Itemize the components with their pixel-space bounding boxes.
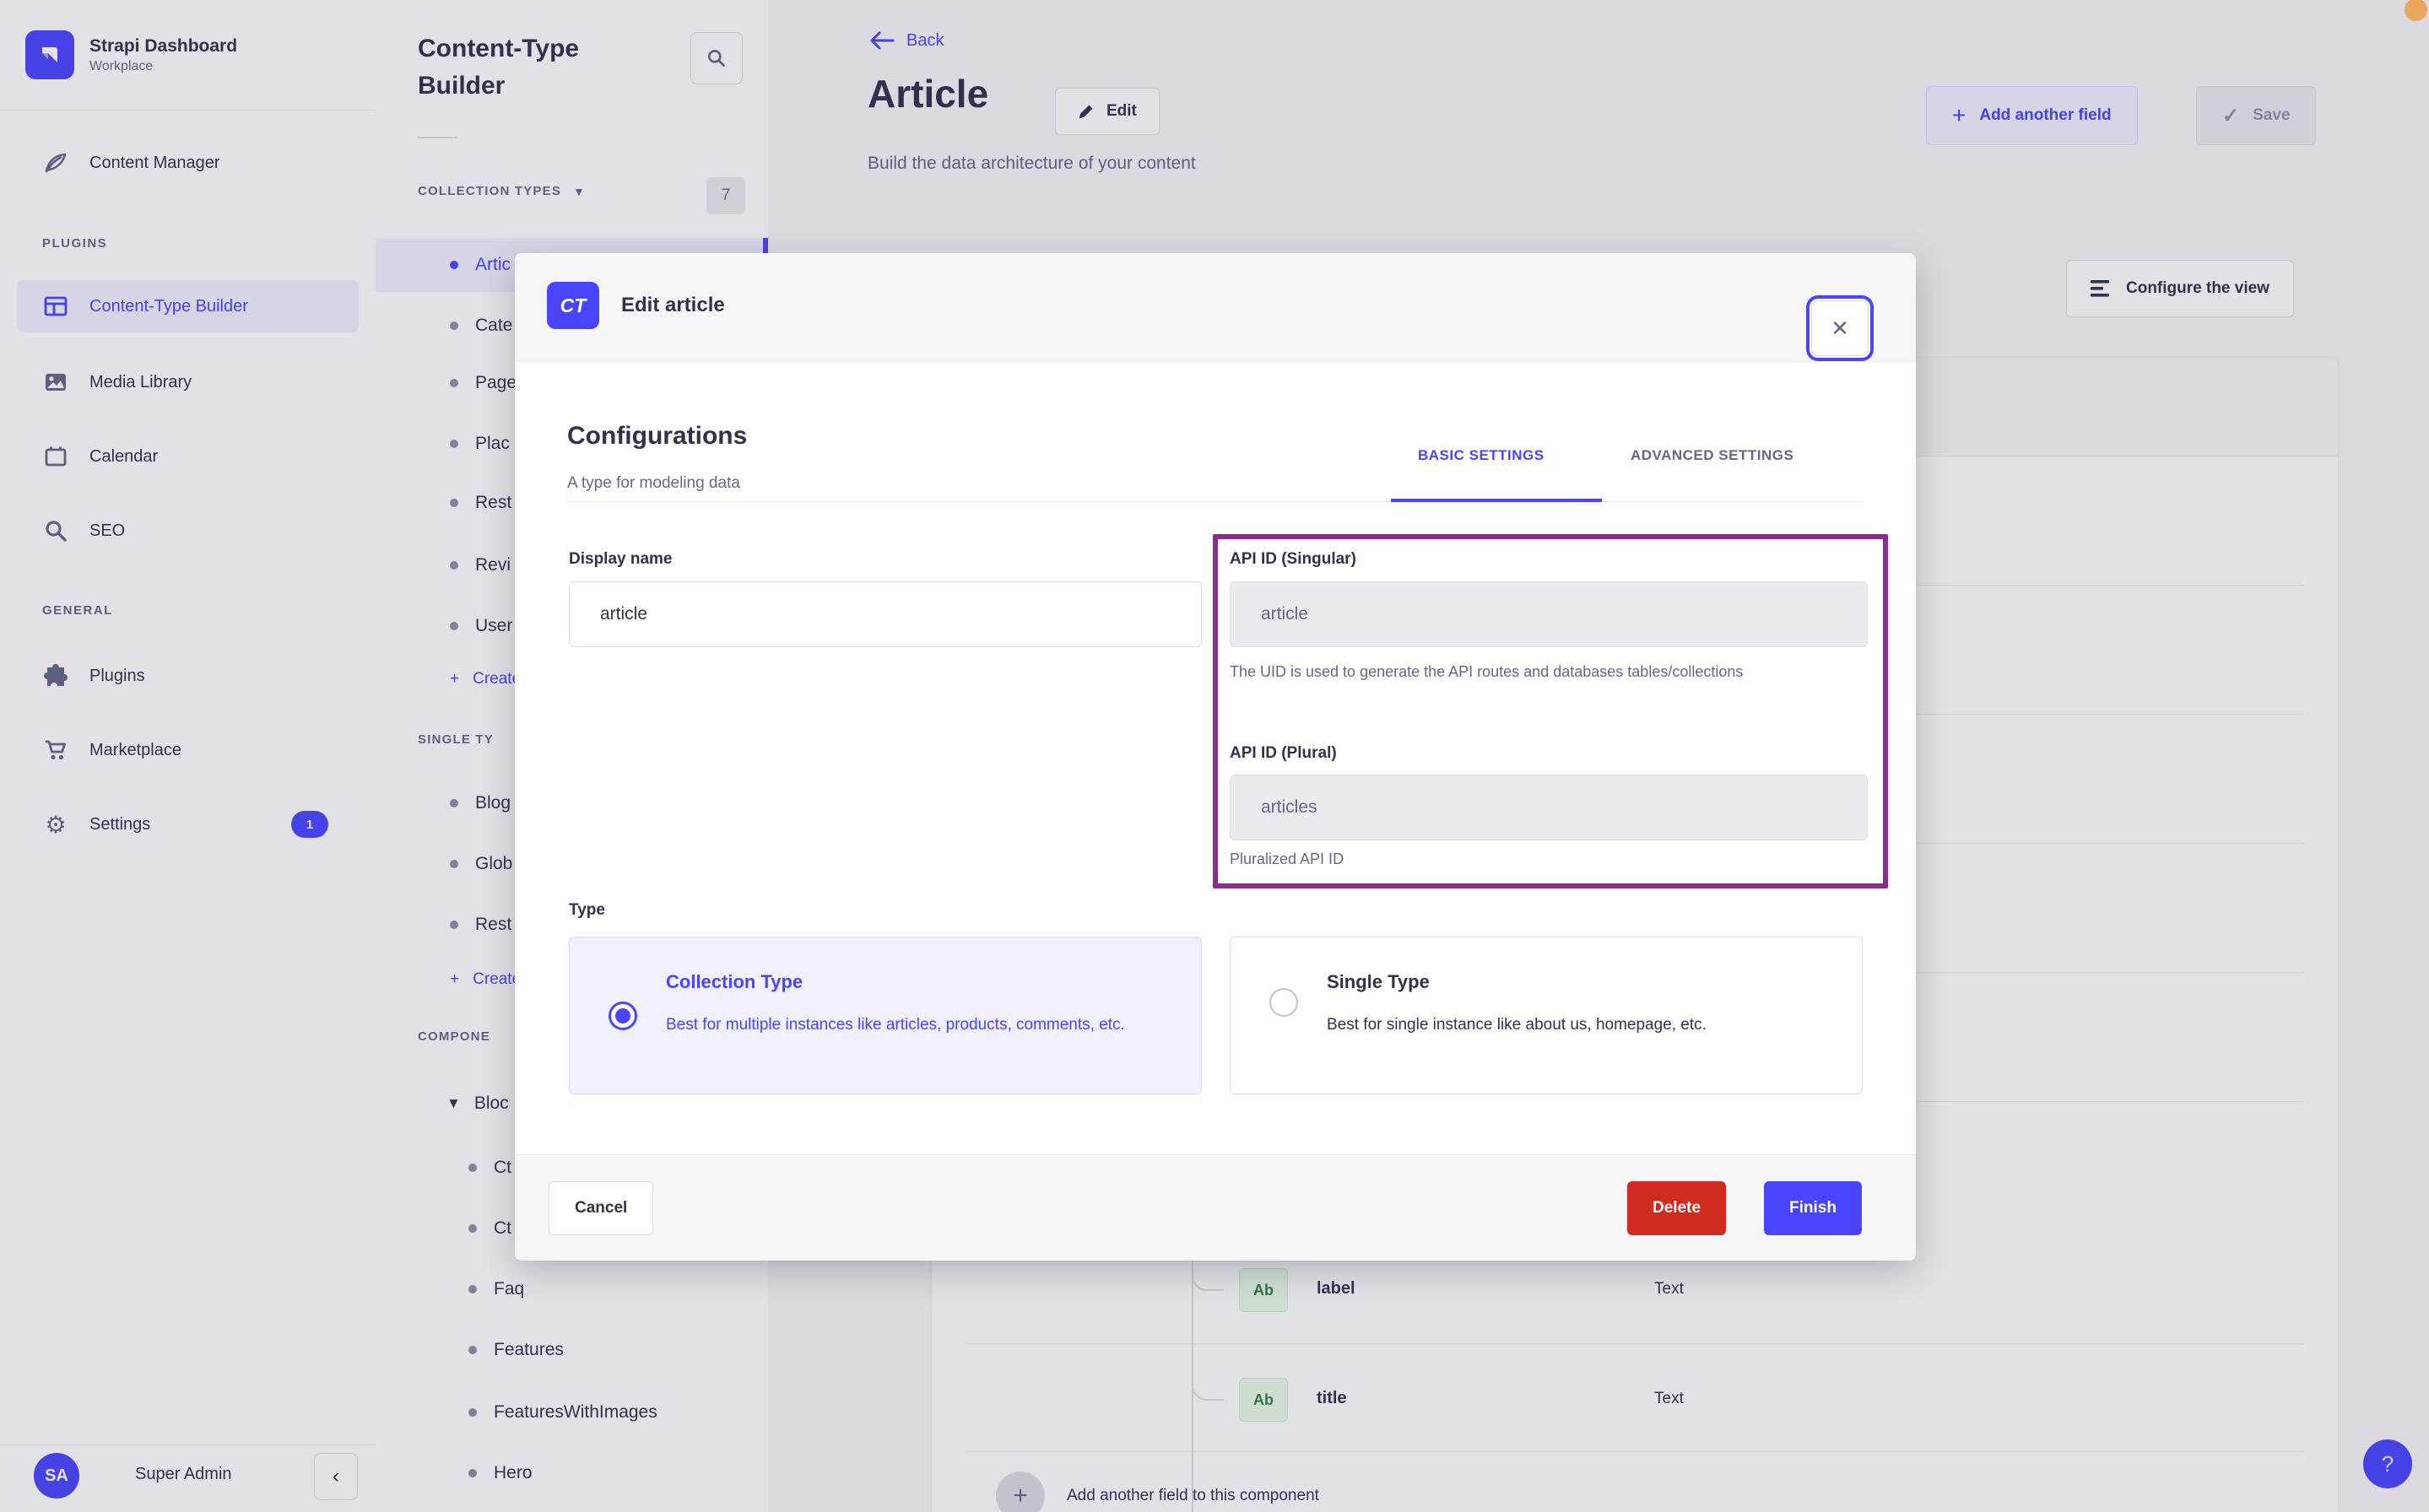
- configurations-subtitle: A type for modeling data: [567, 474, 740, 492]
- modal-title: Edit article: [621, 294, 725, 316]
- tabs-divider: [567, 501, 1864, 502]
- type-label: Type: [569, 901, 605, 919]
- display-name-label: Display name: [569, 550, 673, 568]
- delete-button[interactable]: Delete: [1627, 1181, 1727, 1235]
- annotation-highlight-rect: [1213, 534, 1888, 888]
- collection-type-title: Collection Type: [666, 971, 803, 992]
- app-root: Strapi Dashboard Workplace Content Manag…: [0, 0, 2429, 1512]
- modal-footer: Cancel Delete Finish: [515, 1154, 1916, 1261]
- finish-button[interactable]: Finish: [1764, 1181, 1862, 1235]
- display-name-input[interactable]: article: [569, 581, 1202, 647]
- single-type-desc: Best for single instance like about us, …: [1327, 1016, 1707, 1034]
- cancel-button[interactable]: Cancel: [549, 1181, 654, 1235]
- configurations-title: Configurations: [567, 422, 748, 450]
- tab-basic-settings[interactable]: BASIC SETTINGS: [1418, 447, 1544, 464]
- tab-advanced-settings[interactable]: ADVANCED SETTINGS: [1631, 447, 1793, 464]
- modal-header: [515, 253, 1916, 362]
- collection-type-card[interactable]: Collection Type Best for multiple instan…: [569, 937, 1202, 1094]
- active-tab-indicator: [1391, 499, 1602, 502]
- single-type-card[interactable]: Single Type Best for single instance lik…: [1230, 937, 1863, 1094]
- radio-selected-icon[interactable]: [609, 1002, 637, 1030]
- radio-unselected-icon[interactable]: [1269, 988, 1298, 1017]
- single-type-title: Single Type: [1327, 971, 1430, 992]
- close-button[interactable]: ✕: [1811, 300, 1869, 356]
- content-type-badge: CT: [547, 282, 599, 329]
- close-icon: ✕: [1831, 315, 1849, 341]
- collection-type-desc: Best for multiple instances like article…: [666, 1016, 1125, 1034]
